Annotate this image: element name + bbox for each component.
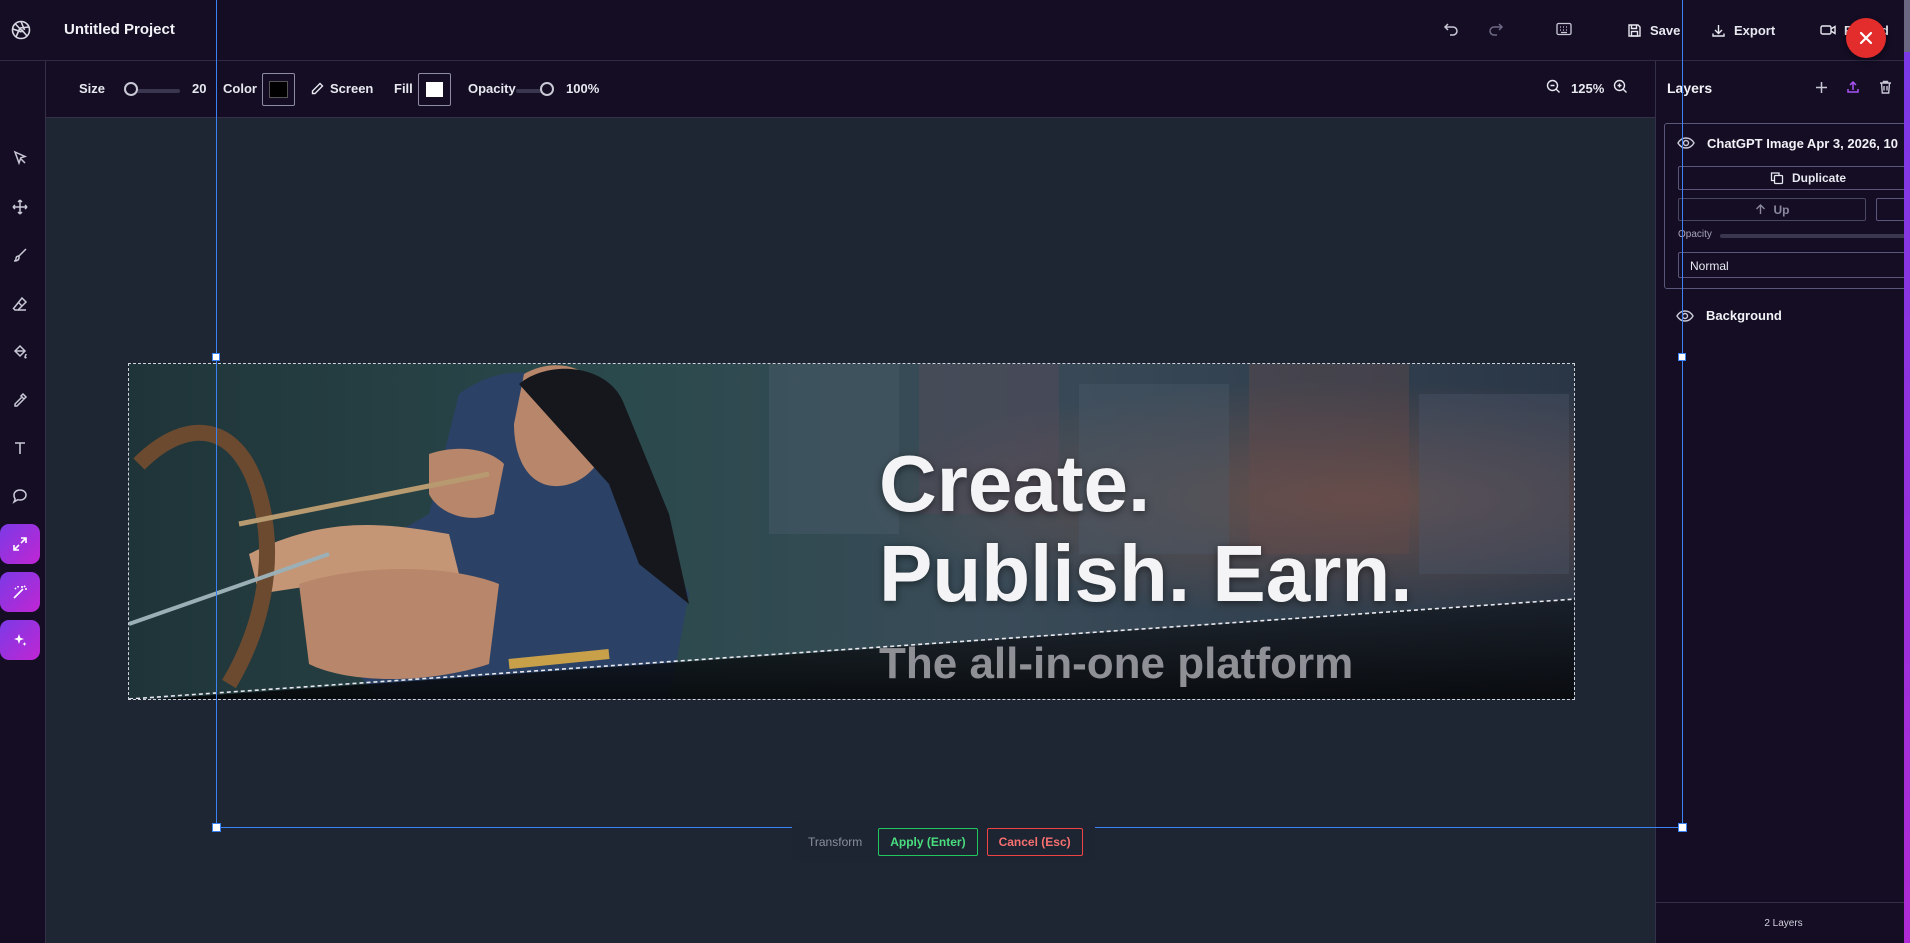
- size-value: 20: [192, 81, 207, 96]
- export-label: Export: [1734, 22, 1776, 38]
- transform-handle-bottom-left[interactable]: [212, 823, 221, 832]
- magic-wand-tool[interactable]: [0, 572, 40, 612]
- size-label: Size: [79, 81, 106, 96]
- eye-icon[interactable]: [1676, 309, 1694, 323]
- eyedropper-icon: [14, 392, 28, 407]
- up-label: Up: [1773, 202, 1790, 217]
- eraser-tool[interactable]: [0, 284, 40, 324]
- eraser-icon: [12, 296, 28, 311]
- transform-handle-right[interactable]: [1678, 353, 1686, 361]
- redo-icon[interactable]: [1485, 18, 1507, 40]
- duplicate-layer-button[interactable]: Duplicate: [1678, 166, 1910, 190]
- layer-opacity-slider[interactable]: [1720, 234, 1910, 238]
- opacity-value: 100%: [566, 81, 600, 96]
- transform-action-bar: Transform Apply (Enter) Cancel (Esc): [792, 822, 1095, 862]
- layers-title: Layers: [1667, 80, 1713, 96]
- color-swatch-fill: [269, 81, 288, 98]
- arrow-up-icon: [1755, 204, 1765, 214]
- download-icon: [1712, 24, 1725, 37]
- transform-handle-bottom-right[interactable]: [1678, 823, 1687, 832]
- delete-layer-icon[interactable]: [1875, 77, 1895, 97]
- text-tool[interactable]: [0, 428, 40, 468]
- color-swatch[interactable]: [262, 73, 295, 106]
- pen-icon: [311, 82, 324, 95]
- undo-icon[interactable]: [1440, 18, 1462, 40]
- select-tool[interactable]: [0, 138, 40, 178]
- move-tool[interactable]: [0, 187, 40, 227]
- fill-swatch-fill: [426, 82, 443, 97]
- brush-tool[interactable]: [0, 235, 40, 275]
- text-icon: [15, 442, 25, 454]
- speech-bubble-tool[interactable]: [0, 476, 40, 516]
- brush-icon: [13, 248, 27, 262]
- sparkle-icon: [14, 634, 27, 646]
- transform-box-left-edge[interactable]: [216, 0, 217, 828]
- add-layer-icon[interactable]: [1811, 77, 1831, 97]
- paint-bucket-icon: [13, 344, 27, 359]
- aperture-logo-icon[interactable]: [11, 20, 31, 40]
- resize-icon: [13, 537, 27, 551]
- keyboard-icon[interactable]: [1553, 18, 1575, 40]
- transform-label: Transform: [808, 835, 863, 849]
- fill-swatch[interactable]: [418, 73, 451, 106]
- save-button[interactable]: Save: [1627, 17, 1680, 43]
- top-bar: Untitled Project Save Export Record: [0, 0, 1910, 61]
- blend-mode-select[interactable]: Normal: [1678, 252, 1910, 278]
- move-layer-up-button[interactable]: Up: [1678, 198, 1866, 221]
- magic-wand-icon: [13, 585, 27, 599]
- fill-label: Fill: [394, 81, 413, 96]
- opacity-slider-knob[interactable]: [540, 82, 554, 96]
- select-icon: [13, 150, 28, 166]
- layer-item-active[interactable]: ChatGPT Image Apr 3, 2026, 10 Duplicate …: [1664, 123, 1910, 289]
- copy-icon: [1770, 172, 1784, 185]
- screen-label: Screen: [330, 81, 374, 96]
- close-button[interactable]: [1846, 18, 1886, 58]
- tool-options-bar: Size 20 Color Screen Fill Opacity 100% 1…: [46, 61, 1655, 118]
- zoom-in-icon[interactable]: [1613, 79, 1628, 97]
- resize-tool[interactable]: [0, 524, 40, 564]
- size-slider-knob[interactable]: [124, 82, 138, 96]
- layer-name[interactable]: ChatGPT Image Apr 3, 2026, 10: [1707, 136, 1898, 151]
- scrollbar-track[interactable]: [1904, 52, 1910, 943]
- zoom-out-icon[interactable]: [1546, 79, 1561, 97]
- layer-count: 2 Layers: [1656, 902, 1910, 943]
- layer-opacity-label: Opacity: [1678, 229, 1712, 240]
- screen-blend-button[interactable]: Screen: [311, 81, 373, 96]
- opacity-label: Opacity: [468, 81, 516, 96]
- transform-box-right-edge[interactable]: [1682, 0, 1683, 828]
- scrollbar-top[interactable]: [1904, 0, 1910, 52]
- speech-bubble-icon: [12, 489, 27, 504]
- video-camera-icon: [1820, 25, 1836, 35]
- export-button[interactable]: Export: [1711, 17, 1775, 43]
- close-icon: [1859, 31, 1873, 45]
- zoom-value: 125%: [1571, 81, 1605, 96]
- project-title[interactable]: Untitled Project: [64, 21, 175, 38]
- duplicate-label: Duplicate: [1791, 171, 1846, 185]
- color-label: Color: [223, 81, 257, 96]
- transform-handle-left[interactable]: [212, 353, 220, 361]
- tool-sidebar: [0, 61, 46, 943]
- save-icon: [1628, 23, 1641, 37]
- move-icon: [12, 199, 28, 215]
- sparkle-tool[interactable]: [0, 620, 40, 660]
- layer-name[interactable]: Background: [1706, 308, 1782, 323]
- banner-image-layer[interactable]: Create. Publish. Earn. The all-in-one pl…: [128, 363, 1575, 700]
- paint-bucket-tool[interactable]: [0, 332, 40, 372]
- apply-transform-button[interactable]: Apply (Enter): [878, 828, 978, 856]
- save-label: Save: [1650, 22, 1681, 38]
- layer-item-background[interactable]: Background: [1656, 301, 1910, 331]
- eyedropper-tool[interactable]: [0, 380, 40, 420]
- banner-subheadline: The all-in-one platform: [879, 639, 1354, 688]
- banner-headline-line2: Publish. Earn.: [879, 529, 1413, 618]
- cancel-transform-button[interactable]: Cancel (Esc): [986, 828, 1083, 856]
- layers-panel: Layers ChatGPT Image Apr 3, 2026, 10 Dup…: [1655, 61, 1910, 943]
- eye-icon[interactable]: [1677, 136, 1695, 150]
- banner-headline-line1: Create.: [879, 439, 1151, 528]
- upload-layer-icon[interactable]: [1843, 77, 1863, 97]
